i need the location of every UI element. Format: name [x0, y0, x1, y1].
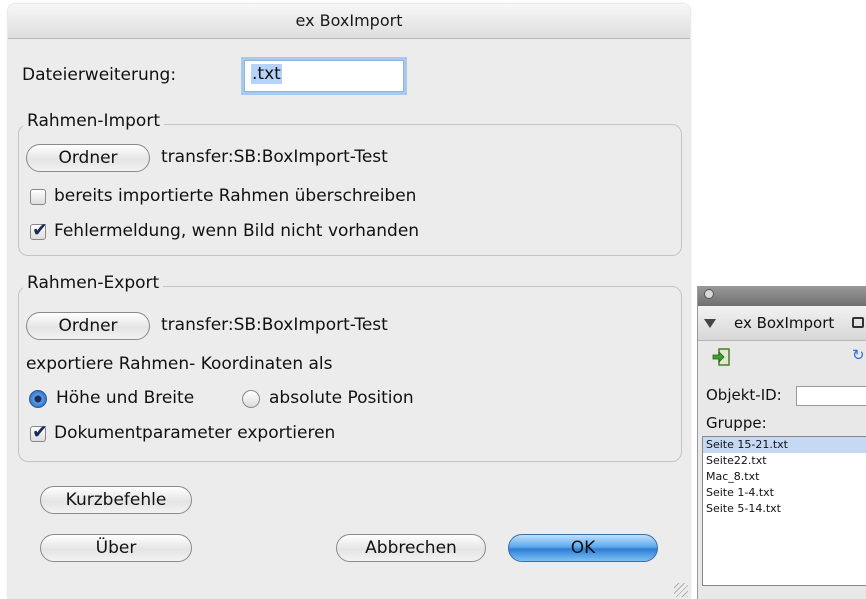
docparams-label[interactable]: Dokumentparameter exportieren — [54, 423, 335, 443]
list-item[interactable]: Mac_8.txt — [703, 469, 866, 485]
import-folder-button[interactable]: Ordner — [26, 144, 150, 172]
boximport-palette: ex BoxImport ↻ Objekt-ID: Gruppe: Seite … — [697, 286, 866, 599]
object-id-label: Objekt-ID: — [706, 386, 782, 404]
overwrite-checkbox[interactable] — [30, 189, 46, 205]
palette-titlebar[interactable] — [698, 286, 866, 306]
file-list[interactable]: Seite 15-21.txt Seite22.txt Mac_8.txt Se… — [702, 436, 866, 586]
resize-grip-icon[interactable] — [674, 583, 688, 597]
palette-header: ex BoxImport — [698, 306, 866, 341]
extension-value: .txt — [251, 64, 282, 84]
export-group-title: Rahmen-Export — [23, 273, 164, 293]
object-id-field[interactable] — [796, 386, 866, 406]
palette-title: ex BoxImport — [734, 314, 835, 332]
radio-position[interactable] — [242, 390, 260, 408]
palette-close-icon[interactable] — [704, 289, 714, 299]
boximport-dialog: ex BoxImport Dateierweiterung: .txt Rahm… — [8, 4, 690, 599]
list-item[interactable]: Seite 15-21.txt — [703, 437, 866, 453]
cancel-button[interactable]: Abbrechen — [336, 534, 486, 562]
error-message-label[interactable]: Fehlermeldung, wenn Bild nicht vorhanden — [54, 221, 419, 241]
disclosure-triangle-icon[interactable] — [704, 319, 716, 328]
refresh-icon[interactable]: ↻ — [852, 346, 865, 364]
list-item[interactable]: Seite 5-14.txt — [703, 501, 866, 517]
list-item[interactable]: Seite22.txt — [703, 453, 866, 469]
overwrite-label[interactable]: bereits importierte Rahmen überschreiben — [54, 186, 416, 206]
radio-position-label[interactable]: absolute Position — [269, 388, 414, 408]
group-label: Gruppe: — [706, 414, 767, 432]
radio-size-label[interactable]: Höhe und Breite — [56, 388, 194, 408]
error-message-checkbox[interactable] — [30, 219, 48, 241]
import-icon[interactable] — [712, 348, 730, 366]
about-button[interactable]: Über — [40, 534, 192, 562]
docparams-checkbox[interactable] — [30, 421, 48, 443]
extension-label: Dateierweiterung: — [22, 65, 177, 85]
ok-button[interactable]: OK — [508, 534, 658, 562]
extension-input[interactable]: .txt — [244, 60, 404, 92]
export-folder-button[interactable]: Ordner — [26, 312, 150, 340]
list-item[interactable]: Seite 1-4.txt — [703, 485, 866, 501]
dialog-title: ex BoxImport — [8, 4, 690, 39]
export-folder-path: transfer:SB:BoxImport-Test — [161, 315, 388, 335]
import-folder-path: transfer:SB:BoxImport-Test — [161, 147, 388, 167]
radio-size[interactable] — [29, 390, 47, 408]
import-group-title: Rahmen-Import — [23, 111, 164, 131]
shortcuts-button[interactable]: Kurzbefehle — [40, 486, 192, 514]
coords-label: exportiere Rahmen- Koordinaten als — [26, 354, 333, 374]
palette-menu-icon[interactable] — [852, 317, 864, 328]
